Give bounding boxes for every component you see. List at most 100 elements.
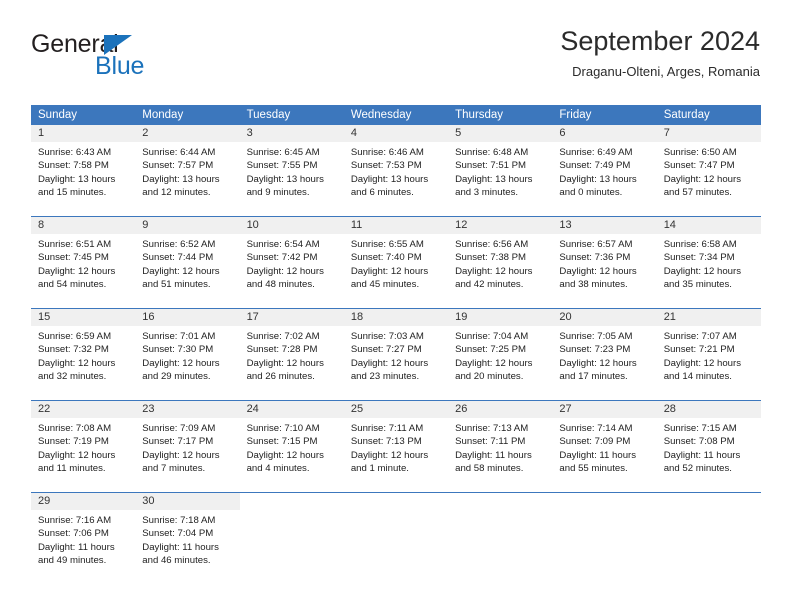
calendar-day-cell[interactable]: 7 Sunrise: 6:50 AM Sunset: 7:47 PM Daylight… bbox=[656, 125, 761, 209]
day-details: Sunrise: 7:14 AM Sunset: 7:09 PM Daylight:… bbox=[552, 418, 656, 476]
calendar-day-cell[interactable]: 18 Sunrise: 7:03 AM Sunset: 7:27 PM Dayligh… bbox=[343, 309, 449, 393]
calendar-day-cell[interactable]: 27 Sunrise: 7:14 AM Sunset: 7:09 PM Dayligh… bbox=[552, 401, 657, 485]
sunrise-text: Sunrise: 7:03 AM bbox=[350, 331, 424, 342]
day-number: 13 bbox=[552, 217, 657, 234]
daylight-text-line1: Daylight: 12 hours bbox=[663, 265, 742, 277]
sunrise-text: Sunrise: 7:15 AM bbox=[663, 423, 737, 434]
calendar-day-cell[interactable]: 8 Sunrise: 6:51 AM Sunset: 7:45 PM Daylight… bbox=[31, 217, 136, 301]
day-details: Sunrise: 7:08 AM Sunset: 7:19 PM Daylight:… bbox=[31, 418, 135, 476]
calendar-day-cell[interactable]: 9 Sunrise: 6:52 AM Sunset: 7:44 PM Daylight… bbox=[135, 217, 240, 301]
sunset-text: Sunset: 7:51 PM bbox=[455, 160, 527, 172]
daylight-text-line1: Daylight: 13 hours bbox=[559, 173, 637, 185]
day-number: 21 bbox=[656, 309, 761, 326]
calendar-day-cell[interactable]: 3 Sunrise: 6:45 AM Sunset: 7:55 PM Daylight… bbox=[239, 125, 344, 209]
calendar-day-cell[interactable]: 21 Sunrise: 7:07 AM Sunset: 7:21 PM Dayligh… bbox=[656, 309, 761, 393]
calendar-day-cell[interactable]: 6 Sunrise: 6:49 AM Sunset: 7:49 PM Daylight… bbox=[552, 125, 657, 209]
sunrise-text: Sunrise: 6:59 AM bbox=[38, 331, 112, 342]
sunrise-text: Sunrise: 6:57 AM bbox=[559, 239, 633, 250]
calendar-day-cell[interactable]: 22 Sunrise: 7:08 AM Sunset: 7:19 PM Dayligh… bbox=[31, 401, 136, 485]
daylight-text-line1: Daylight: 13 hours bbox=[455, 173, 533, 185]
day-number: 28 bbox=[656, 401, 761, 418]
day-details: Sunrise: 7:13 AM Sunset: 7:11 PM Daylight:… bbox=[448, 418, 552, 476]
calendar-week-row: 22 Sunrise: 7:08 AM Sunset: 7:19 PM Dayligh… bbox=[31, 400, 761, 485]
daylight-text-line2: and 42 minutes. bbox=[455, 279, 524, 291]
calendar-day-cell[interactable]: 13 Sunrise: 6:57 AM Sunset: 7:36 PM Dayligh… bbox=[552, 217, 657, 301]
day-number: 16 bbox=[135, 309, 240, 326]
weekday-header-sunday: Sunday bbox=[38, 109, 78, 121]
sunset-text: Sunset: 7:32 PM bbox=[38, 344, 109, 356]
day-details: Sunrise: 7:04 AM Sunset: 7:25 PM Daylight:… bbox=[448, 326, 552, 384]
daylight-text-line1: Daylight: 12 hours bbox=[246, 449, 324, 461]
calendar-day-cell[interactable]: 4 Sunrise: 6:46 AM Sunset: 7:53 PM Daylight… bbox=[343, 125, 449, 209]
daylight-text-line1: Daylight: 11 hours bbox=[142, 541, 219, 553]
daylight-text-line1: Daylight: 12 hours bbox=[350, 449, 429, 461]
calendar-day-cell[interactable]: 10 Sunrise: 6:54 AM Sunset: 7:42 PM Dayligh… bbox=[239, 217, 344, 301]
calendar-day-cell[interactable]: 25 Sunrise: 7:11 AM Sunset: 7:13 PM Dayligh… bbox=[343, 401, 449, 485]
weekday-header-monday: Monday bbox=[142, 109, 184, 121]
sunset-text: Sunset: 7:47 PM bbox=[663, 160, 735, 172]
daylight-text-line1: Daylight: 12 hours bbox=[350, 265, 429, 277]
daylight-text-line1: Daylight: 13 hours bbox=[246, 173, 324, 185]
sunrise-text: Sunrise: 7:04 AM bbox=[455, 331, 529, 342]
day-number: 4 bbox=[343, 125, 449, 142]
calendar-day-cell[interactable]: 17 Sunrise: 7:02 AM Sunset: 7:28 PM Dayligh… bbox=[239, 309, 344, 393]
sunset-text: Sunset: 7:53 PM bbox=[350, 160, 422, 172]
day-details: Sunrise: 7:09 AM Sunset: 7:17 PM Daylight:… bbox=[135, 418, 239, 476]
day-number: 6 bbox=[552, 125, 657, 142]
day-details: Sunrise: 6:56 AM Sunset: 7:38 PM Daylight:… bbox=[448, 234, 552, 292]
day-number: 26 bbox=[448, 401, 553, 418]
daylight-text-line1: Daylight: 13 hours bbox=[38, 173, 116, 185]
calendar-day-cell[interactable]: 28 Sunrise: 7:15 AM Sunset: 7:08 PM Dayligh… bbox=[656, 401, 761, 485]
daylight-text-line1: Daylight: 12 hours bbox=[559, 357, 637, 369]
calendar-day-cell[interactable]: 12 Sunrise: 6:56 AM Sunset: 7:38 PM Dayligh… bbox=[448, 217, 553, 301]
calendar-day-cell[interactable]: 5 Sunrise: 6:48 AM Sunset: 7:51 PM Daylight… bbox=[448, 125, 553, 209]
weekday-header-wednesday: Wednesday bbox=[350, 109, 412, 121]
day-details: Sunrise: 6:58 AM Sunset: 7:34 PM Daylight:… bbox=[657, 234, 761, 292]
day-details: Sunrise: 7:03 AM Sunset: 7:27 PM Daylight:… bbox=[344, 326, 448, 384]
calendar-week-row: 15 Sunrise: 6:59 AM Sunset: 7:32 PM Dayligh… bbox=[31, 308, 761, 393]
calendar-day-cell[interactable]: 26 Sunrise: 7:13 AM Sunset: 7:11 PM Dayligh… bbox=[448, 401, 553, 485]
sunset-text: Sunset: 7:21 PM bbox=[663, 344, 735, 356]
sunset-text: Sunset: 7:09 PM bbox=[559, 436, 631, 448]
calendar-day-cell-empty bbox=[552, 493, 657, 577]
day-details: Sunrise: 6:52 AM Sunset: 7:44 PM Daylight:… bbox=[135, 234, 239, 292]
daylight-text-line2: and 3 minutes. bbox=[455, 187, 519, 199]
weekday-header-row: Sunday Monday Tuesday Wednesday Thursday Frid… bbox=[31, 105, 761, 125]
calendar-day-cell[interactable]: 1 Sunrise: 6:43 AM Sunset: 7:58 PM Daylight… bbox=[31, 125, 136, 209]
calendar-day-cell[interactable]: 19 Sunrise: 7:04 AM Sunset: 7:25 PM Dayligh… bbox=[448, 309, 553, 393]
sunset-text: Sunset: 7:40 PM bbox=[350, 252, 422, 264]
calendar-day-cell[interactable]: 14 Sunrise: 6:58 AM Sunset: 7:34 PM Dayligh… bbox=[656, 217, 761, 301]
day-number: 22 bbox=[31, 401, 136, 418]
calendar-day-cell[interactable]: 24 Sunrise: 7:10 AM Sunset: 7:15 PM Dayligh… bbox=[239, 401, 344, 485]
sunrise-text: Sunrise: 6:56 AM bbox=[455, 239, 529, 250]
calendar-day-cell[interactable]: 15 Sunrise: 6:59 AM Sunset: 7:32 PM Dayligh… bbox=[31, 309, 136, 393]
daylight-text-line1: Daylight: 11 hours bbox=[663, 449, 741, 461]
title-block: September 2024 Draganu-Olteni, Arges, Ro… bbox=[560, 24, 760, 82]
day-number bbox=[343, 493, 449, 510]
sunset-text: Sunset: 7:04 PM bbox=[142, 528, 214, 540]
day-number: 30 bbox=[135, 493, 240, 510]
daylight-text-line2: and 15 minutes. bbox=[38, 187, 107, 199]
day-number: 24 bbox=[239, 401, 344, 418]
sunset-text: Sunset: 7:42 PM bbox=[246, 252, 318, 264]
sunrise-text: Sunrise: 7:18 AM bbox=[142, 515, 216, 526]
calendar-day-cell[interactable]: 23 Sunrise: 7:09 AM Sunset: 7:17 PM Dayligh… bbox=[135, 401, 240, 485]
sunrise-text: Sunrise: 7:14 AM bbox=[559, 423, 633, 434]
day-details: Sunrise: 7:05 AM Sunset: 7:23 PM Daylight:… bbox=[552, 326, 656, 384]
calendar-day-cell[interactable]: 20 Sunrise: 7:05 AM Sunset: 7:23 PM Dayligh… bbox=[552, 309, 657, 393]
day-details: Sunrise: 6:50 AM Sunset: 7:47 PM Daylight:… bbox=[657, 142, 761, 200]
sunrise-text: Sunrise: 6:43 AM bbox=[38, 147, 112, 158]
sunset-text: Sunset: 7:45 PM bbox=[38, 252, 109, 264]
daylight-text-line2: and 1 minute. bbox=[350, 463, 409, 475]
daylight-text-line2: and 17 minutes. bbox=[559, 371, 628, 383]
day-details: Sunrise: 7:11 AM Sunset: 7:13 PM Daylight:… bbox=[344, 418, 448, 476]
calendar-day-cell[interactable]: 11 Sunrise: 6:55 AM Sunset: 7:40 PM Dayligh… bbox=[343, 217, 449, 301]
day-number: 3 bbox=[239, 125, 344, 142]
sunrise-text: Sunrise: 7:09 AM bbox=[142, 423, 216, 434]
calendar-day-cell[interactable]: 2 Sunrise: 6:44 AM Sunset: 7:57 PM Daylight… bbox=[135, 125, 240, 209]
calendar-day-cell[interactable]: 30 Sunrise: 7:18 AM Sunset: 7:04 PM Dayligh… bbox=[135, 493, 240, 577]
calendar-day-cell[interactable]: 16 Sunrise: 7:01 AM Sunset: 7:30 PM Dayligh… bbox=[135, 309, 240, 393]
day-details bbox=[240, 510, 344, 514]
calendar-day-cell[interactable]: 29 Sunrise: 7:16 AM Sunset: 7:06 PM Dayligh… bbox=[31, 493, 136, 577]
day-details: Sunrise: 6:55 AM Sunset: 7:40 PM Daylight:… bbox=[344, 234, 448, 292]
